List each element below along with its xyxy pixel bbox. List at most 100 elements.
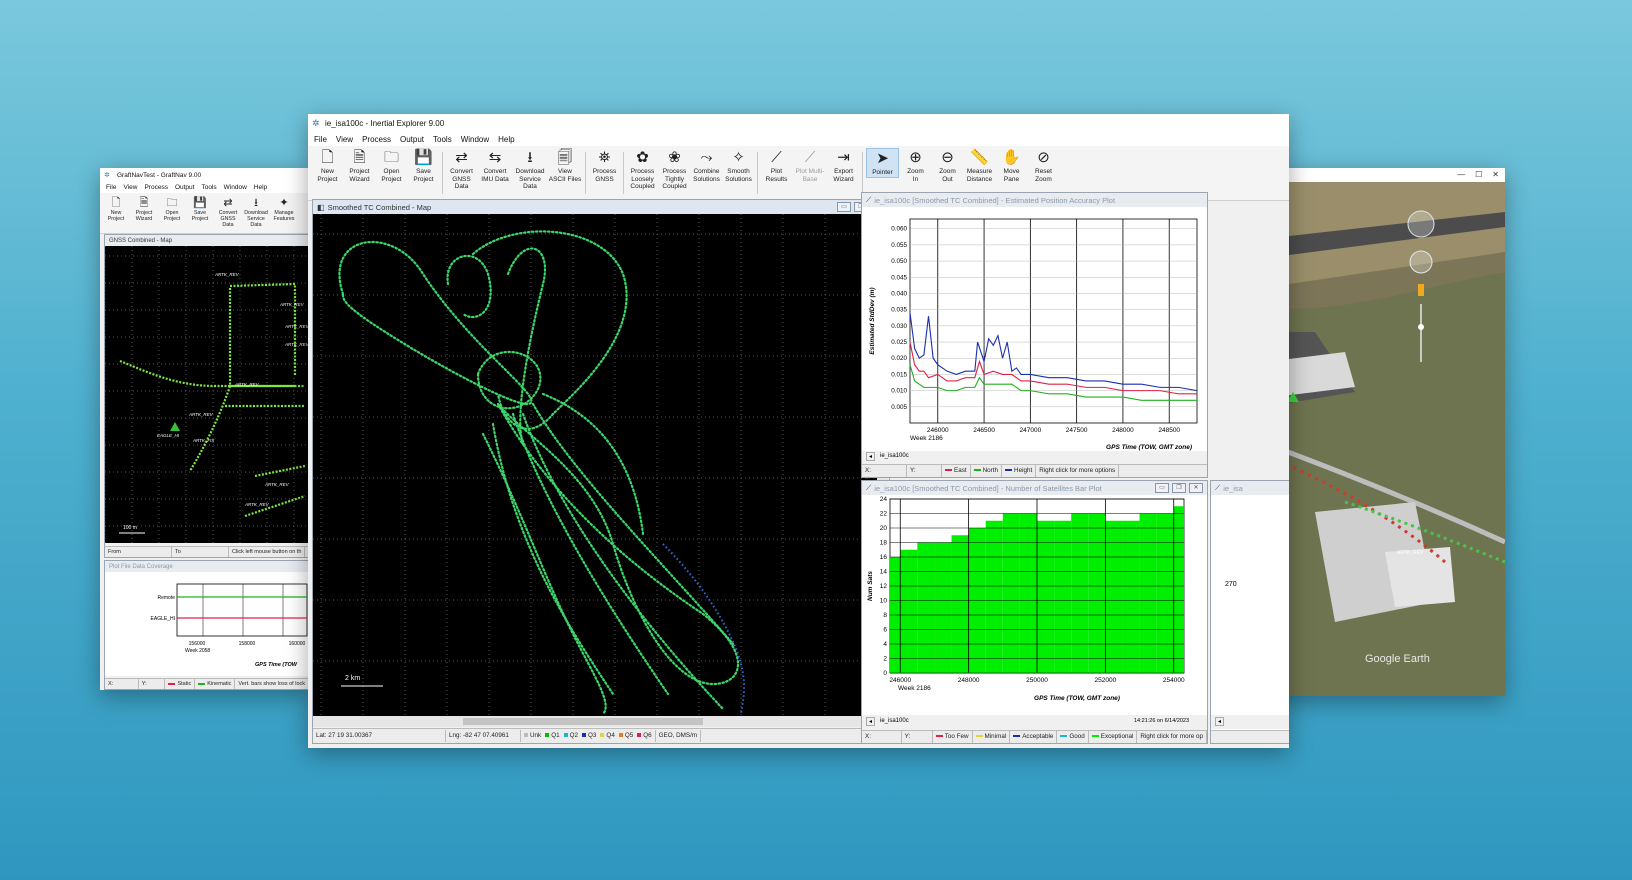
new-project-icon: 🗋 bbox=[111, 197, 121, 209]
legend-swatch bbox=[524, 733, 528, 738]
zoom-slider-thumb[interactable] bbox=[1418, 324, 1424, 330]
menu-window[interactable]: Window bbox=[224, 184, 247, 191]
toolbar-button-label: Convert GNSS Data bbox=[218, 210, 238, 228]
y-tick-label: 18 bbox=[880, 540, 888, 547]
pointer-button[interactable]: ➤ Pointer bbox=[866, 148, 899, 178]
project-wizard-button[interactable]: 🗎 Project Wizard bbox=[344, 148, 375, 183]
close-icon[interactable]: ✕ bbox=[1189, 483, 1203, 493]
legend-label: Unk bbox=[530, 732, 542, 739]
save-project-button[interactable]: 💾 Save Project bbox=[408, 148, 439, 183]
open-project-button[interactable]: 🗀 Open Project bbox=[376, 148, 407, 183]
reset-zoom-button[interactable]: ⊘ Reset Zoom bbox=[1028, 148, 1059, 183]
plot-multibase-button[interactable]: ⟋ Plot Multi- Base bbox=[793, 148, 827, 183]
download-service-button[interactable]: ⭳ Download Service Data bbox=[513, 148, 547, 191]
toolbar-button-label: Open Project bbox=[163, 210, 181, 222]
zoom-in-button[interactable]: ⊕ Zoom In bbox=[900, 148, 931, 183]
convert-imu-button[interactable]: ⇆ Convert IMU Data bbox=[478, 148, 512, 183]
view-ascii-button[interactable]: 🗐 View ASCII Files bbox=[548, 148, 582, 183]
trajectory-path bbox=[446, 254, 492, 319]
export-wizard-button[interactable]: ⇥ Export Wizard bbox=[828, 148, 859, 183]
process-tightly-button[interactable]: ❀ Process Tightly Coupled bbox=[659, 148, 690, 191]
process-gnss-button[interactable]: ⛯ Process GNSS bbox=[589, 148, 620, 183]
toolbar-button-label: New Project bbox=[317, 168, 338, 183]
map-canvas[interactable]: 2 km bbox=[313, 214, 877, 716]
satellites-chart[interactable]: 246000 248000 250000 252000 2540000246810121… bbox=[862, 495, 1207, 715]
scrollbar-thumb[interactable] bbox=[463, 718, 703, 725]
legend-exceptional: Exceptional bbox=[1089, 731, 1138, 743]
horizontal-scrollbar[interactable] bbox=[313, 716, 877, 727]
legend-label: Q4 bbox=[606, 732, 615, 739]
move-pane-button[interactable]: ✋ Move Pane bbox=[996, 148, 1027, 183]
menu-output[interactable]: Output bbox=[175, 184, 195, 191]
scroll-left-icon[interactable]: ◂ bbox=[866, 717, 876, 726]
download-service-button[interactable]: ⭳ Download Service Data bbox=[243, 195, 269, 228]
menu-tools[interactable]: Tools bbox=[433, 135, 452, 144]
street-view-icon[interactable] bbox=[1418, 284, 1424, 296]
menu-output[interactable]: Output bbox=[400, 135, 424, 144]
measure-distance-button[interactable]: 📏 Measure Distance bbox=[964, 148, 995, 183]
menu-help[interactable]: Help bbox=[498, 135, 514, 144]
ie-titlebar[interactable]: ✲ ie_isa100c - Inertial Explorer 9.00 bbox=[308, 114, 1289, 132]
pane-titlebar[interactable]: ◧ Smoothed TC Combined - Map ▭ ❐ ✕ bbox=[313, 200, 889, 214]
scroll-left-icon[interactable]: ◂ bbox=[1215, 717, 1225, 726]
minimize-icon[interactable]: ▭ bbox=[1155, 483, 1169, 493]
save-project-button[interactable]: 💾 Save Project bbox=[187, 195, 213, 222]
graftnav-titlebar[interactable]: ✲ GraftNavTest - GraftNav 9.00 bbox=[100, 168, 310, 182]
zoom-in-icon: ⊕ bbox=[909, 149, 922, 166]
close-icon[interactable]: ✕ bbox=[1492, 170, 1499, 179]
process-gnss-icon: ⛯ bbox=[598, 149, 611, 166]
pane-titlebar[interactable]: Plot File Data Coverage bbox=[105, 561, 309, 572]
accuracy-chart[interactable]: 246000 246500 247000 247500 248000 248500 0.00… bbox=[862, 207, 1207, 451]
footer-project: ie_isa100c bbox=[880, 718, 909, 724]
toolbar-button-label: Measure Distance bbox=[966, 168, 993, 183]
pane-titlebar[interactable]: ⟋ ie_isa100c [Smoothed TC Combined] - Nu… bbox=[862, 481, 1207, 495]
row-label: Remote bbox=[157, 595, 175, 601]
open-project-button[interactable]: 🗀 Open Project bbox=[159, 195, 185, 222]
legend-static: Static bbox=[165, 679, 196, 689]
convert-gnss-button[interactable]: ⇄ Convert GNSS Data bbox=[215, 195, 241, 228]
restore-icon[interactable]: ❐ bbox=[1172, 483, 1186, 493]
menu-tools[interactable]: Tools bbox=[201, 184, 216, 191]
move-control-icon[interactable] bbox=[1409, 250, 1433, 274]
x-tick-label: 248000 bbox=[1112, 427, 1134, 434]
process-loosely-button[interactable]: ✿ Process Loosely Coupled bbox=[627, 148, 658, 191]
new-project-button[interactable]: 🗋 New Project bbox=[312, 148, 343, 183]
y-tick-label: 0.025 bbox=[891, 339, 907, 346]
pane-titlebar[interactable]: ⟋ ie_isa bbox=[1211, 481, 1289, 495]
maximize-icon[interactable]: ☐ bbox=[1475, 170, 1482, 179]
tick-label: 160000 bbox=[289, 641, 306, 647]
pane-titlebar[interactable]: ⟋ ie_isa100c [Smoothed TC Combined] - Es… bbox=[862, 193, 1207, 207]
status-y: Y: bbox=[902, 731, 933, 743]
minimize-icon[interactable]: — bbox=[1457, 170, 1465, 179]
menu-process[interactable]: Process bbox=[362, 135, 391, 144]
gnss-map-canvas[interactable]: ARTK_REV ARTK_REV ARTK_REV ARTK_REV ARTK_REV… bbox=[105, 246, 309, 543]
menu-window[interactable]: Window bbox=[461, 135, 489, 144]
new-project-button[interactable]: 🗋 New Project bbox=[103, 195, 129, 222]
menu-view[interactable]: View bbox=[336, 135, 353, 144]
tick-label: 158000 bbox=[239, 641, 256, 647]
menu-file[interactable]: File bbox=[106, 184, 116, 191]
y-tick-label: 0 bbox=[883, 670, 887, 677]
manage-features-button[interactable]: ✦ Manage Features bbox=[271, 195, 297, 222]
smooth-solutions-button[interactable]: ✧ Smooth Solutions bbox=[723, 148, 754, 183]
scroll-left-icon[interactable]: ◂ bbox=[866, 452, 876, 461]
data-coverage-pane: Plot File Data Coverage Remote EAGLE_HI 15… bbox=[104, 560, 310, 690]
plot-results-button[interactable]: ⟋ Plot Results bbox=[761, 148, 792, 183]
convert-gnss-button[interactable]: ⇄ Convert GNSS Data bbox=[446, 148, 477, 191]
convert-imu-icon: ⇆ bbox=[488, 149, 502, 166]
pane-titlebar[interactable]: GNSS Combined - Map bbox=[105, 235, 309, 246]
combine-solutions-button[interactable]: ⤳ Combine Solutions bbox=[691, 148, 722, 183]
legend-label: Q2 bbox=[569, 732, 579, 739]
menu-view[interactable]: View bbox=[123, 184, 137, 191]
legend-swatch bbox=[1091, 735, 1099, 738]
look-control-icon[interactable] bbox=[1407, 210, 1435, 238]
gnss-combined-map-pane: GNSS Combined - Map ARTK_REV ARTK_REV ARTK… bbox=[104, 234, 310, 558]
menu-file[interactable]: File bbox=[314, 135, 327, 144]
station-label: ARTK_REV bbox=[264, 482, 290, 487]
y-tick-label: 0.055 bbox=[891, 242, 907, 249]
minimize-icon[interactable]: ▭ bbox=[837, 202, 851, 212]
zoom-out-button[interactable]: ⊖ Zoom Out bbox=[932, 148, 963, 183]
menu-process[interactable]: Process bbox=[144, 184, 167, 191]
menu-help[interactable]: Help bbox=[254, 184, 267, 191]
project-wizard-button[interactable]: 🗎 Project Wizard bbox=[131, 195, 157, 222]
